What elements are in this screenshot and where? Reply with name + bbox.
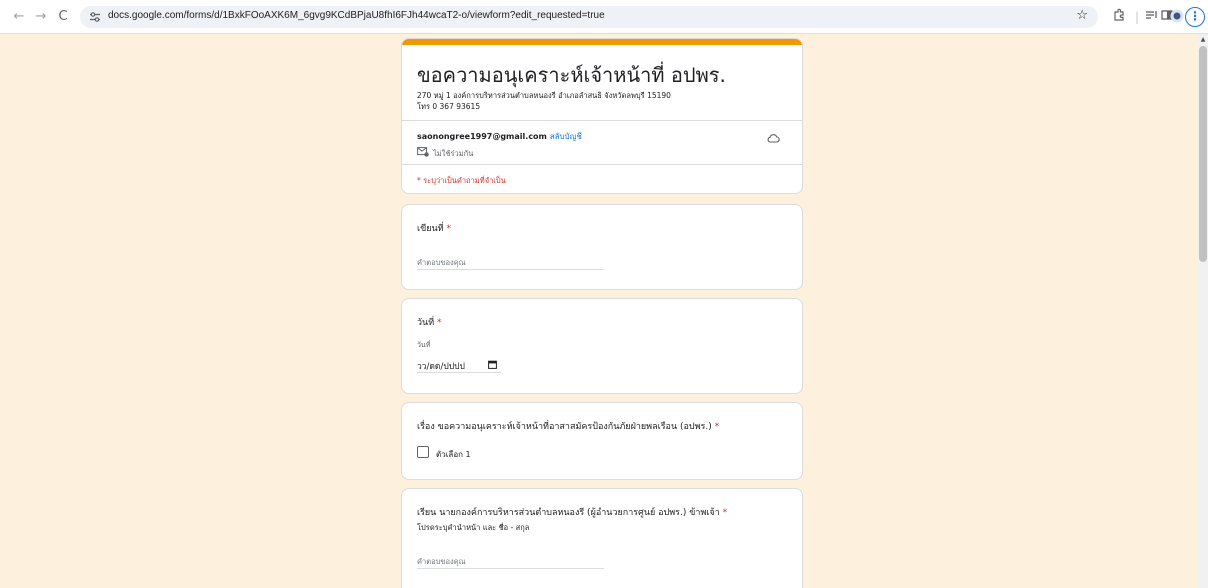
question-card-date: วันที่ * วันที่ วว/ดด/ปปปป xyxy=(401,298,803,394)
cloud-saved-icon xyxy=(767,134,780,143)
question-title-text: เรียน นายกองค์การบริหารส่วนตำบลหนองรี (ผ… xyxy=(417,508,720,518)
bookmark-star-icon[interactable]: ☆ xyxy=(1076,8,1088,23)
required-asterisk: * xyxy=(714,422,720,432)
forward-button[interactable]: → xyxy=(32,8,50,26)
divider xyxy=(402,120,802,121)
form-description-phone: โทร 0 367 93615 xyxy=(417,102,481,111)
form-title: ขอความอนุเคราะห์เจ้าหน้าที่ อปพร. xyxy=(417,63,726,87)
back-button[interactable]: ← xyxy=(10,8,28,26)
url-text[interactable]: docs.google.com/forms/d/1BxkFOoAXK6M_6gv… xyxy=(108,10,605,21)
reload-button[interactable]: C xyxy=(54,8,72,26)
question-description: โปรดระบุคำนำหน้า และ ชื่อ - สกุล xyxy=(417,523,530,532)
site-info-icon[interactable] xyxy=(88,10,102,24)
question-card-recipient: เรียน นายกองค์การบริหารส่วนตำบลหนองรี (ผ… xyxy=(401,488,803,588)
date-underline xyxy=(417,372,501,373)
form-description: 270 หมู่ 1 องค์การบริหารส่วนตำบลหนองรี อ… xyxy=(417,90,671,112)
answer-underline xyxy=(417,568,604,569)
question-title: เขียนที่ * xyxy=(417,221,451,235)
question-title: เรื่อง ขอความอนุเคราะห์เจ้าหน้าที่อาสาสม… xyxy=(417,419,719,433)
email-text: saonongree1997@gmail.com xyxy=(417,132,547,141)
required-asterisk: * xyxy=(722,508,728,518)
form-accent-bar xyxy=(402,39,802,45)
address-bar[interactable]: docs.google.com/forms/d/1BxkFOoAXK6M_6gv… xyxy=(80,6,1098,28)
required-note: * ระบุว่าเป็นคำถามที่จำเป็น xyxy=(417,176,506,185)
answer-underline xyxy=(417,269,604,270)
divider xyxy=(402,164,802,165)
question-title-text: เขียนที่ xyxy=(417,224,444,234)
option-label[interactable]: ตัวเลือก 1 xyxy=(436,448,471,461)
form-header-card: ขอความอนุเคราะห์เจ้าหน้าที่ อปพร. 270 หม… xyxy=(401,38,803,194)
switch-account-link[interactable]: สลับบัญชี xyxy=(550,132,582,141)
answer-input[interactable]: คำตอบของคุณ xyxy=(417,257,466,269)
not-shared-text: ไม่ใช้ร่วมกัน xyxy=(433,149,474,158)
question-title: วันที่ * xyxy=(417,315,442,329)
scrollbar-thumb[interactable] xyxy=(1199,46,1207,262)
more-menu-icon[interactable]: ⋮ xyxy=(1185,7,1205,27)
question-card-write-at: เขียนที่ * คำตอบของคุณ xyxy=(401,204,803,290)
account-email: saonongree1997@gmail.com สลับบัญชี xyxy=(417,130,582,143)
question-title-text: วันที่ xyxy=(417,318,435,328)
not-shared-icon xyxy=(417,147,429,157)
form-description-address: 270 หมู่ 1 องค์การบริหารส่วนตำบลหนองรี อ… xyxy=(417,91,671,100)
question-card-subject: เรื่อง ขอความอนุเคราะห์เจ้าหน้าที่อาสาสม… xyxy=(401,402,803,480)
date-sub-label: วันที่ xyxy=(417,341,431,349)
question-title: เรียน นายกองค์การบริหารส่วนตำบลหนองรี (ผ… xyxy=(417,505,727,519)
date-input[interactable]: วว/ดด/ปปปป xyxy=(417,359,465,373)
calendar-icon[interactable] xyxy=(488,360,497,369)
answer-input[interactable]: คำตอบของคุณ xyxy=(417,556,466,568)
option-checkbox[interactable] xyxy=(417,446,429,458)
extensions-icon[interactable] xyxy=(1110,8,1128,26)
scroll-up-arrow-icon[interactable]: ▲ xyxy=(1199,36,1207,44)
required-asterisk: * xyxy=(446,224,451,234)
required-asterisk: * xyxy=(437,318,442,328)
question-title-text: เรื่อง ขอความอนุเคราะห์เจ้าหน้าที่อาสาสม… xyxy=(417,422,712,432)
browser-toolbar: ← → C docs.google.com/forms/d/1BxkFOoAXK… xyxy=(0,0,1208,34)
profile-avatar[interactable] xyxy=(1168,8,1186,26)
